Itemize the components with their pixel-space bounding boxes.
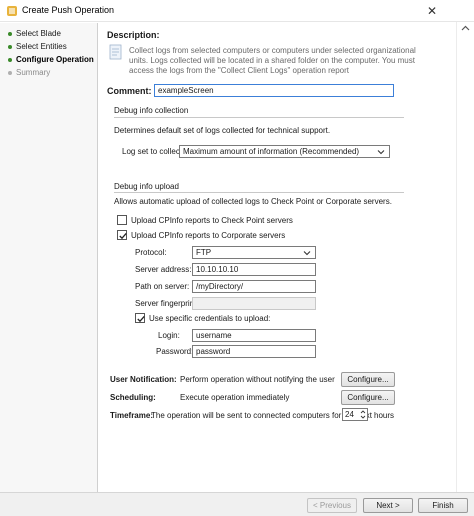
specific-credentials-label: Use specific credentials to upload:	[149, 314, 271, 323]
info-document-icon	[109, 44, 122, 60]
scheduling-configure-button[interactable]: Configure...	[341, 390, 395, 405]
chevron-down-icon	[303, 251, 311, 256]
previous-button[interactable]: < Previous	[307, 498, 357, 513]
debug-collection-heading: Debug info collection	[114, 106, 189, 115]
upload-checkpoint-label: Upload CPInfo reports to Check Point ser…	[131, 216, 293, 225]
chevron-down-icon	[377, 150, 385, 155]
server-address-input[interactable]: 10.10.10.10	[192, 263, 316, 276]
timeframe-value: 24	[345, 410, 354, 419]
login-label: Login:	[158, 331, 180, 340]
log-set-select[interactable]: Maximum amount of information (Recommend…	[179, 145, 390, 158]
scheduling-text: Execute operation immediately	[180, 393, 290, 402]
server-address-label: Server address:	[135, 265, 192, 274]
step-active-icon	[8, 58, 12, 62]
protocol-value: FTP	[196, 248, 212, 257]
description-line-3: access the logs from the "Collect Client…	[129, 66, 350, 75]
user-notification-label: User Notification:	[110, 375, 177, 384]
vertical-scrollbar[interactable]	[456, 22, 474, 492]
upload-corporate-label: Upload CPInfo reports to Corporate serve…	[131, 231, 286, 240]
close-button[interactable]: ✕	[418, 0, 446, 22]
debug-collection-text: Determines default set of logs collected…	[114, 126, 331, 135]
step-label: Select Entities	[16, 42, 67, 51]
protocol-label: Protocol:	[135, 248, 167, 257]
step-done-icon	[8, 32, 12, 36]
next-button[interactable]: Next >	[363, 498, 413, 513]
timeframe-unit: hours	[374, 411, 395, 420]
user-notification-text: Perform operation without notifying the …	[180, 375, 335, 384]
checkmark-icon	[137, 315, 145, 323]
timeframe-text: The operation will be sent to connected …	[151, 411, 373, 420]
path-input[interactable]: /myDirectory/	[192, 280, 316, 293]
window-title: Create Push Operation	[22, 5, 115, 15]
specific-credentials-checkbox[interactable]	[135, 313, 145, 323]
password-input[interactable]: password	[192, 345, 316, 358]
timeframe-hours-input[interactable]: 24	[342, 408, 368, 421]
spinner-arrows-icon[interactable]	[360, 409, 366, 420]
finish-button[interactable]: Finish	[418, 498, 468, 513]
title-bar: Create Push Operation ✕	[0, 0, 474, 22]
password-label: Password:	[156, 347, 194, 356]
section-divider	[114, 192, 404, 193]
section-divider	[114, 117, 404, 118]
description-line-1: Collect logs from selected computers or …	[129, 46, 416, 55]
step-label: Select Blade	[16, 29, 61, 38]
scroll-up-arrow-icon[interactable]	[461, 24, 470, 33]
comment-label: Comment:	[107, 86, 152, 96]
description-heading: Description:	[107, 30, 160, 40]
comment-input[interactable]: exampleScreen	[154, 84, 394, 97]
path-label: Path on server:	[135, 282, 190, 291]
log-set-value: Maximum amount of information (Recommend…	[183, 147, 360, 156]
scheduling-label: Scheduling:	[110, 393, 156, 402]
login-input[interactable]: username	[192, 329, 316, 342]
log-set-label: Log set to collect:	[122, 147, 185, 156]
app-icon	[7, 6, 17, 16]
step-done-icon	[8, 45, 12, 49]
fingerprint-label: Server fingerprint:	[135, 299, 199, 308]
debug-upload-heading: Debug info upload	[114, 182, 179, 191]
protocol-select[interactable]: FTP	[192, 246, 316, 259]
wizard-footer: < Previous Next > Finish	[0, 492, 474, 516]
debug-upload-text: Allows automatic upload of collected log…	[114, 197, 392, 206]
checkmark-icon	[119, 232, 127, 240]
step-label: Configure Operation	[16, 55, 94, 64]
step-label: Summary	[16, 68, 51, 77]
timeframe-label: Timeframe:	[110, 411, 153, 420]
step-pending-icon	[8, 71, 12, 75]
upload-checkpoint-checkbox[interactable]	[117, 215, 127, 225]
fingerprint-input[interactable]	[192, 297, 316, 310]
description-line-2: units. Logs collected will be located in…	[129, 56, 415, 65]
wizard-steps-sidebar: Select Blade Select Entities Configure O…	[0, 23, 98, 493]
notification-configure-button[interactable]: Configure...	[341, 372, 395, 387]
upload-corporate-checkbox[interactable]	[117, 230, 127, 240]
